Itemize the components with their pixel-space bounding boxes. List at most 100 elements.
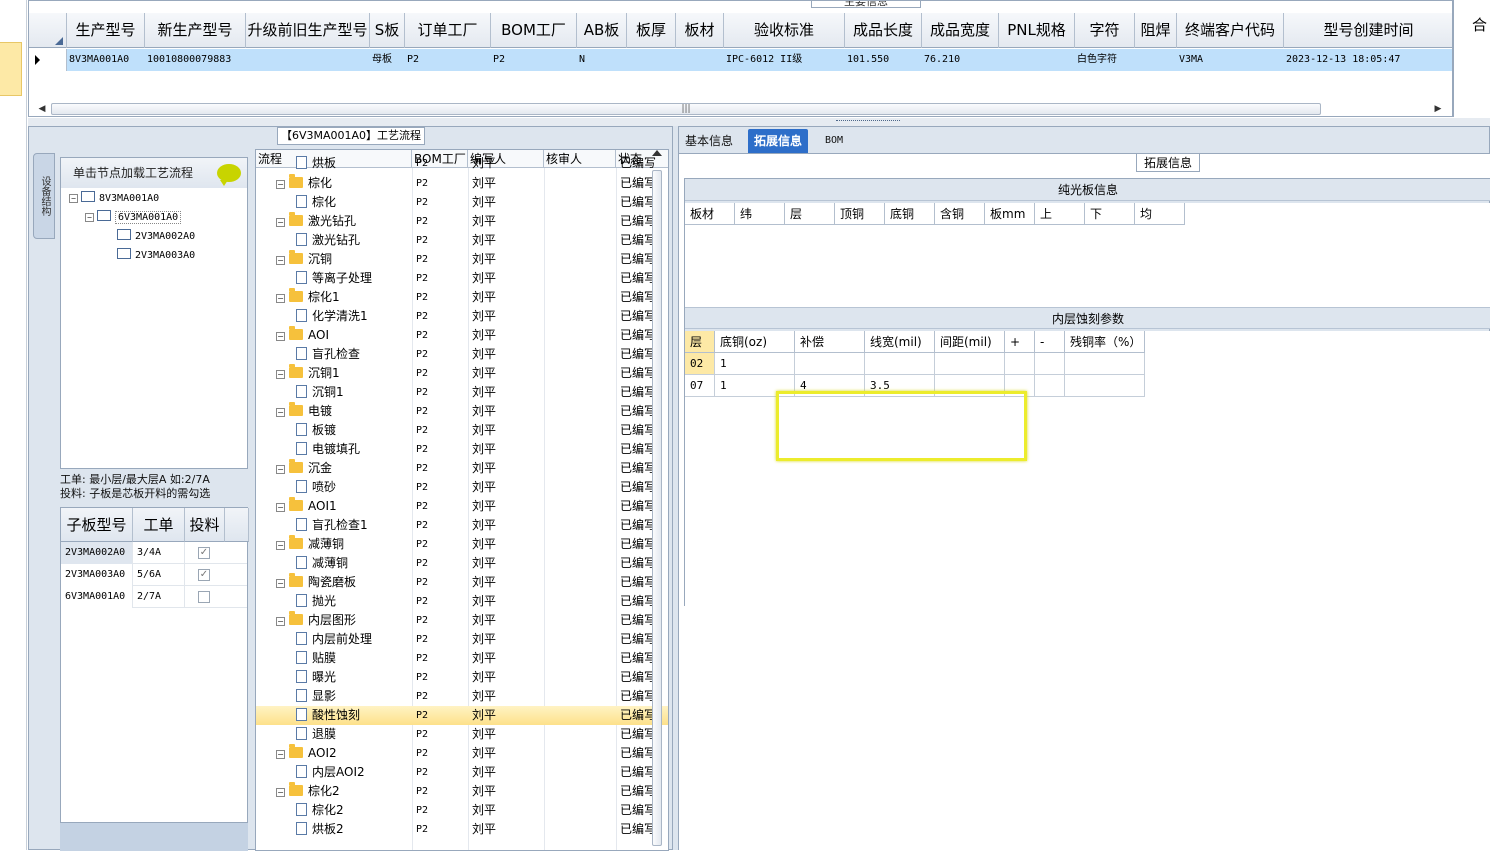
- table-cell[interactable]: [999, 49, 1075, 71]
- col-header[interactable]: 间距(mil): [935, 331, 1005, 353]
- tree-node[interactable]: 2V3MA002A0: [117, 228, 195, 246]
- bom-factory-cell[interactable]: P2: [416, 554, 470, 573]
- bom-factory-cell[interactable]: P2: [416, 611, 470, 630]
- table-cell[interactable]: [627, 49, 676, 71]
- bom-factory-cell[interactable]: P2: [416, 154, 470, 173]
- bom-factory-cell[interactable]: P2: [416, 497, 470, 516]
- left-edge-tab[interactable]: [0, 42, 22, 96]
- table-row[interactable]: 烘板2 P2 刘平 已编写: [256, 820, 668, 839]
- device-structure-tab[interactable]: 设备结构: [33, 153, 55, 239]
- col-header[interactable]: 底铜: [885, 203, 935, 225]
- table-row[interactable]: 2V3MA003A0 5/6A ✓: [61, 564, 247, 586]
- table-row[interactable]: − 沉铜 P2 刘平 已编写: [256, 250, 668, 269]
- bom-factory-cell[interactable]: P2: [416, 307, 470, 326]
- process-group[interactable]: − 内层图形: [276, 611, 356, 630]
- table-cell[interactable]: 76.210: [922, 49, 999, 71]
- writer-cell[interactable]: 刘平: [472, 592, 546, 611]
- table-cell[interactable]: [795, 353, 865, 375]
- process-group[interactable]: − AOI1: [276, 497, 337, 516]
- bom-factory-cell[interactable]: P2: [416, 744, 470, 763]
- bom-factory-cell[interactable]: P2: [416, 687, 470, 706]
- process-step[interactable]: 盲孔检查: [296, 345, 360, 364]
- bom-factory-cell[interactable]: P2: [416, 326, 470, 345]
- writer-cell[interactable]: 刘平: [472, 706, 546, 725]
- table-row[interactable]: − 激光钻孔 P2 刘平 已编写: [256, 212, 668, 231]
- table-row[interactable]: − 棕化 P2 刘平 已编写: [256, 174, 668, 193]
- process-group[interactable]: − 棕化1: [276, 288, 340, 307]
- process-step[interactable]: 盲孔检查1: [296, 516, 368, 535]
- writer-cell[interactable]: 刘平: [472, 459, 546, 478]
- scroll-thumb[interactable]: [652, 170, 662, 846]
- table-cell[interactable]: 1: [715, 353, 795, 375]
- col-header[interactable]: 子板型号: [61, 508, 133, 542]
- writer-cell[interactable]: 刘平: [472, 782, 546, 801]
- writer-cell[interactable]: 刘平: [472, 649, 546, 668]
- col-header[interactable]: 投料: [185, 508, 225, 542]
- writer-cell[interactable]: 刘平: [472, 497, 546, 516]
- process-group[interactable]: − AOI: [276, 326, 329, 345]
- table-row[interactable]: 减薄铜 P2 刘平 已编写: [256, 554, 668, 573]
- process-step[interactable]: 喷砂: [296, 478, 336, 497]
- collapse-icon[interactable]: −: [276, 180, 285, 189]
- collapse-icon[interactable]: −: [276, 750, 285, 759]
- bom-factory-cell[interactable]: P2: [416, 269, 470, 288]
- process-group[interactable]: − 电镀: [276, 402, 332, 421]
- scroll-thumb[interactable]: |||: [51, 103, 1321, 115]
- writer-cell[interactable]: 刘平: [472, 535, 546, 554]
- table-row[interactable]: 板镀 P2 刘平 已编写: [256, 421, 668, 440]
- col-header[interactable]: 板材: [676, 13, 724, 48]
- process-step[interactable]: 曝光: [296, 668, 336, 687]
- process-vertical-scrollbar[interactable]: [650, 150, 664, 850]
- process-group[interactable]: − 减薄铜: [276, 535, 344, 554]
- feed-checkbox[interactable]: ✓: [198, 547, 210, 559]
- table-row[interactable]: 烘板 P2 刘平 已编写: [256, 154, 668, 173]
- process-step[interactable]: 减薄铜: [296, 554, 348, 573]
- writer-cell[interactable]: 刘平: [472, 231, 546, 250]
- bom-factory-cell[interactable]: P2: [416, 174, 470, 193]
- process-step[interactable]: 棕化2: [296, 801, 344, 820]
- process-step[interactable]: 电镀填孔: [296, 440, 360, 459]
- table-cell[interactable]: N: [577, 49, 627, 71]
- table-cell[interactable]: 2/7A: [133, 586, 185, 608]
- process-group[interactable]: − 棕化: [276, 174, 332, 193]
- bom-factory-cell[interactable]: P2: [416, 421, 470, 440]
- writer-cell[interactable]: 刘平: [472, 250, 546, 269]
- table-cell[interactable]: [1035, 353, 1065, 375]
- table-row[interactable]: − 沉金 P2 刘平 已编写: [256, 459, 668, 478]
- process-step[interactable]: 内层AOI2: [296, 763, 365, 782]
- col-header[interactable]: 验收标准: [724, 13, 845, 48]
- table-row[interactable]: 沉铜1 P2 刘平 已编写: [256, 383, 668, 402]
- process-step[interactable]: 沉铜1: [296, 383, 344, 402]
- table-row[interactable]: 曝光 P2 刘平 已编写: [256, 668, 668, 687]
- collapse-icon[interactable]: −: [276, 256, 285, 265]
- collapse-icon[interactable]: −: [276, 788, 285, 797]
- comment-bubble-icon[interactable]: [217, 164, 241, 186]
- feed-checkbox[interactable]: [198, 591, 210, 603]
- col-header[interactable]: 板材: [685, 203, 735, 225]
- grid-corner[interactable]: [29, 13, 67, 48]
- col-header[interactable]: 成品长度: [845, 13, 922, 48]
- col-header[interactable]: 阻焊: [1135, 13, 1177, 48]
- table-cell[interactable]: IPC-6012 II级: [724, 49, 845, 71]
- table-cell[interactable]: P2: [491, 49, 577, 71]
- table-row[interactable]: 8V3MA001A0 10010800079883 母板 P2 P2 N IPC-6012 …: [29, 49, 1452, 71]
- process-step[interactable]: 贴膜: [296, 649, 336, 668]
- process-group[interactable]: − 陶瓷磨板: [276, 573, 356, 592]
- collapse-icon[interactable]: −: [276, 370, 285, 379]
- table-cell[interactable]: [246, 49, 370, 71]
- writer-cell[interactable]: 刘平: [472, 630, 546, 649]
- bom-factory-cell[interactable]: P2: [416, 345, 470, 364]
- process-group[interactable]: − 沉金: [276, 459, 332, 478]
- collapse-icon[interactable]: −: [276, 617, 285, 626]
- writer-cell[interactable]: 刘平: [472, 212, 546, 231]
- bom-factory-cell[interactable]: P2: [416, 801, 470, 820]
- process-step[interactable]: 棕化: [296, 193, 336, 212]
- bom-factory-cell[interactable]: P2: [416, 516, 470, 535]
- tab-bom[interactable]: BOM: [819, 129, 849, 153]
- col-header[interactable]: 终端客户代码: [1177, 13, 1284, 48]
- col-header[interactable]: BOM工厂: [491, 13, 577, 48]
- writer-cell[interactable]: 刘平: [472, 326, 546, 345]
- bom-factory-cell[interactable]: P2: [416, 630, 470, 649]
- col-header[interactable]: 上: [1035, 203, 1085, 225]
- col-header[interactable]: -: [1035, 331, 1065, 353]
